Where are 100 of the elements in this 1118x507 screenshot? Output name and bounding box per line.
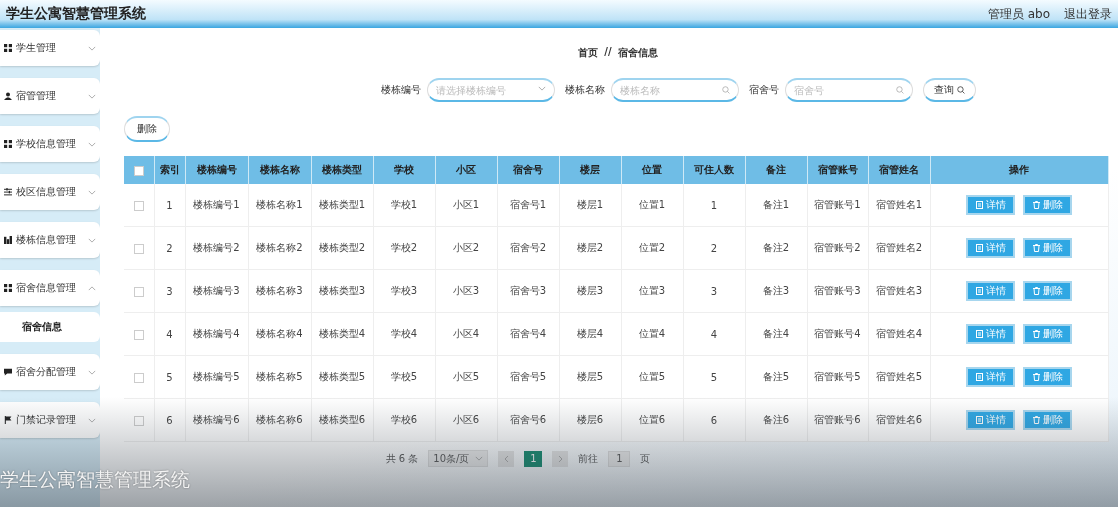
chevron-down-icon — [88, 369, 96, 375]
document-icon — [975, 330, 983, 338]
table-cell: 宿管姓名5 — [868, 355, 930, 399]
search-field[interactable]: 宿舍号 — [784, 78, 913, 102]
sidebar-item[interactable]: 校区信息管理 — [0, 174, 100, 210]
sidebar-item[interactable]: 学生管理 — [0, 30, 100, 66]
sliders-icon — [4, 188, 12, 196]
table-cell: 小区5 — [435, 355, 497, 399]
chevron-down-icon — [88, 417, 96, 423]
search-icon — [895, 86, 904, 94]
table-cell: 宿舍号6 — [497, 398, 559, 442]
table-cell: 宿管姓名1 — [868, 184, 930, 227]
table-cell: 宿舍号2 — [497, 226, 559, 270]
table-cell: 楼栋编号2 — [185, 226, 248, 270]
prev-page-button[interactable] — [498, 450, 515, 467]
delete-row-button[interactable]: 删除 — [1023, 367, 1072, 387]
chevron-down-icon — [88, 141, 96, 147]
next-page-button[interactable] — [552, 450, 569, 467]
table-cell: 楼层4 — [559, 312, 621, 356]
document-icon — [975, 244, 983, 252]
table-cell: 宿管账号6 — [807, 398, 868, 442]
table-cell: 宿管姓名4 — [868, 312, 930, 356]
chevron-up-icon — [88, 285, 96, 291]
table-cell: 楼栋类型4 — [311, 312, 373, 356]
detail-button[interactable]: 详情 — [966, 195, 1015, 215]
row-checkbox[interactable] — [133, 200, 144, 211]
table-cell: 楼栋编号1 — [185, 184, 248, 227]
table-cell: 楼栋名称2 — [248, 226, 311, 270]
document-icon — [975, 201, 983, 209]
sidebar-item[interactable]: 学校信息管理 — [0, 126, 100, 162]
delete-row-button[interactable]: 删除 — [1023, 410, 1072, 430]
detail-button[interactable]: 详情 — [966, 238, 1015, 258]
flag-icon — [4, 416, 12, 424]
column-header: 楼栋类型 — [311, 156, 373, 184]
row-checkbox[interactable] — [133, 329, 144, 340]
column-header: 位置 — [621, 156, 683, 184]
column-header: 小区 — [435, 156, 497, 184]
detail-button[interactable]: 详情 — [966, 281, 1015, 301]
table-cell: 学校1 — [373, 184, 435, 227]
chevron-down-icon — [88, 189, 96, 195]
column-header: 楼栋编号 — [185, 156, 248, 184]
detail-button[interactable]: 详情 — [966, 410, 1015, 430]
sidebar-item[interactable]: 宿舍分配管理 — [0, 354, 100, 390]
grid-icon — [4, 140, 12, 148]
table-cell: 学校5 — [373, 355, 435, 399]
table-cell: 楼栋名称4 — [248, 312, 311, 356]
sidebar-item[interactable]: 宿管管理 — [0, 78, 100, 114]
grid-icon — [4, 284, 12, 292]
column-header: 宿舍号 — [497, 156, 559, 184]
delete-row-button[interactable]: 删除 — [1023, 324, 1072, 344]
table-cell: 楼层1 — [559, 184, 621, 227]
table-cell: 楼栋编号5 — [185, 355, 248, 399]
table-cell: 宿管账号5 — [807, 355, 868, 399]
detail-button[interactable]: 详情 — [966, 324, 1015, 344]
table-cell: 4 — [683, 312, 745, 356]
table-cell: 楼层6 — [559, 398, 621, 442]
table-cell: 楼层5 — [559, 355, 621, 399]
table-cell: 宿舍号1 — [497, 184, 559, 227]
sidebar-item[interactable]: 楼栋信息管理 — [0, 222, 100, 258]
chevron-left-icon — [503, 454, 509, 463]
logout-link[interactable]: 退出登录 — [1064, 5, 1112, 23]
document-icon — [975, 416, 983, 424]
chart-icon — [4, 236, 12, 244]
sidebar-item[interactable]: 宿舍信息管理 — [0, 270, 100, 306]
page-size-select[interactable]: 10条/页 — [428, 450, 489, 467]
table-cell: 学校3 — [373, 269, 435, 313]
breadcrumb-item: 宿舍信息 — [617, 46, 658, 60]
delete-row-button[interactable]: 删除 — [1023, 281, 1072, 301]
table-cell: 宿管姓名2 — [868, 226, 930, 270]
table-cell: 宿管账号3 — [807, 269, 868, 313]
row-checkbox[interactable] — [133, 286, 144, 297]
detail-button[interactable]: 详情 — [966, 367, 1015, 387]
table-cell: 备注4 — [745, 312, 807, 356]
delete-button[interactable]: 删除 — [124, 116, 170, 142]
page-number[interactable]: 1 — [524, 450, 543, 467]
table-cell: 楼栋类型5 — [311, 355, 373, 399]
goto-page-field[interactable]: 1 — [608, 450, 631, 467]
breadcrumb-item[interactable]: 首页 — [578, 46, 599, 60]
user-name: 管理员 abo — [987, 5, 1050, 23]
row-checkbox[interactable] — [133, 372, 144, 383]
row-checkbox[interactable] — [133, 415, 144, 426]
column-header: 备注 — [745, 156, 807, 184]
table-cell: 宿管账号4 — [807, 312, 868, 356]
query-button[interactable]: 查询 — [922, 78, 976, 102]
table-cell: 2 — [683, 226, 745, 270]
select-field[interactable]: 请选择楼栋编号 — [426, 78, 555, 102]
table-cell: 位置4 — [621, 312, 683, 356]
sidebar-subitem[interactable]: 宿舍信息 — [0, 312, 100, 342]
row-checkbox[interactable] — [133, 243, 144, 254]
search-field[interactable]: 楼栋名称 — [610, 78, 739, 102]
delete-row-button[interactable]: 删除 — [1023, 238, 1072, 258]
select-all-checkbox[interactable] — [133, 165, 144, 176]
sidebar-item[interactable]: 门禁记录管理 — [0, 402, 100, 438]
table-cell: 6 — [683, 398, 745, 442]
table-cell: 楼栋名称6 — [248, 398, 311, 442]
chevron-down-icon — [475, 456, 484, 461]
column-header: 宿管姓名 — [868, 156, 930, 184]
delete-row-button[interactable]: 删除 — [1023, 195, 1072, 215]
column-header: 楼栋名称 — [248, 156, 311, 184]
table-cell: 备注1 — [745, 184, 807, 227]
